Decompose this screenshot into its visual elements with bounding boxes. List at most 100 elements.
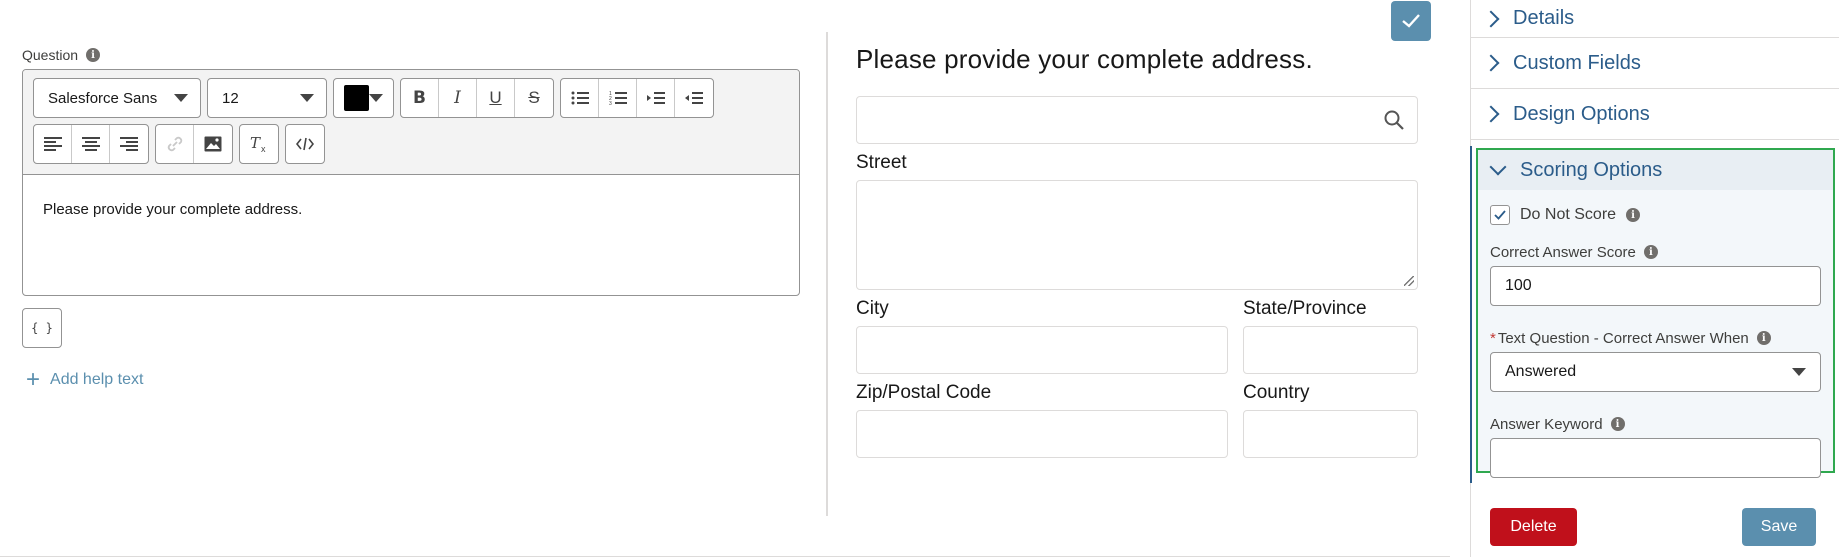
bottom-divider (0, 556, 1450, 557)
question-label: Question (22, 47, 79, 63)
merge-field-button[interactable]: { } (22, 308, 62, 348)
svg-text:3: 3 (609, 101, 612, 106)
indent-button[interactable] (637, 79, 675, 117)
answer-keyword-label: Answer Keyword (1490, 415, 1603, 433)
panel-focus-edge (1470, 146, 1472, 483)
outdent-button[interactable] (675, 79, 713, 117)
city-label: City (856, 298, 889, 319)
align-left-icon (43, 137, 62, 151)
do-not-score-checkbox[interactable] (1490, 205, 1510, 225)
street-textarea[interactable] (856, 180, 1418, 290)
correct-answer-when-label: Text Question - Correct Answer When (1497, 329, 1749, 347)
country-input[interactable] (1243, 410, 1418, 458)
bold-button[interactable]: B (401, 79, 439, 117)
correct-answer-score-input[interactable]: 100 (1490, 266, 1821, 306)
answer-keyword-input[interactable] (1490, 438, 1821, 478)
section-design-options[interactable]: Design Options (1471, 89, 1839, 140)
correct-answer-when-label-row: * Text Question - Correct Answer When i (1490, 328, 1821, 348)
clear-formatting-icon: Tx (250, 135, 266, 153)
chevron-down-icon (369, 94, 383, 102)
font-family-value: Salesforce Sans (48, 89, 158, 107)
correct-answer-score-value: 100 (1505, 277, 1532, 294)
info-icon[interactable]: i (1756, 331, 1771, 345)
italic-button[interactable]: I (439, 79, 477, 117)
state-input[interactable] (1243, 326, 1418, 374)
plus-icon: + (26, 366, 41, 393)
do-not-score-label: Do Not Score (1520, 206, 1617, 223)
delete-button[interactable]: Delete (1490, 508, 1577, 546)
bullet-list-button[interactable] (561, 79, 599, 117)
zip-input[interactable] (856, 410, 1228, 458)
font-size-select[interactable]: 12 (207, 78, 327, 118)
answer-keyword-label-row: Answer Keyword i (1490, 414, 1821, 434)
link-icon (167, 136, 182, 152)
info-icon[interactable]: i (1610, 417, 1625, 431)
clear-group: Tx (239, 124, 279, 164)
section-custom-fields[interactable]: Custom Fields (1471, 38, 1839, 89)
align-center-button[interactable] (72, 125, 110, 163)
svg-text:T: T (250, 135, 261, 152)
do-not-score-row: Do Not Score i (1490, 202, 1821, 228)
chevron-down-icon (300, 94, 314, 102)
svg-text:x: x (261, 144, 266, 153)
question-editor: Question i Salesforce Sans 12 B I U S 1 … (22, 45, 800, 392)
section-details[interactable]: Details (1471, 0, 1839, 38)
strikethrough-button[interactable]: S (515, 79, 553, 117)
search-icon (1384, 110, 1404, 130)
source-group (285, 124, 325, 164)
clear-formatting-button[interactable]: Tx (240, 125, 278, 163)
section-custom-fields-label: Custom Fields (1513, 51, 1641, 74)
rte-content[interactable]: Please provide your complete address. (23, 175, 799, 295)
link-button[interactable] (156, 125, 194, 163)
correct-answer-when-value: Answered (1505, 363, 1577, 380)
correct-answer-score-label-row: Correct Answer Score i (1490, 242, 1821, 262)
format-group: B I U S (400, 78, 554, 118)
question-preview: Please provide your complete address. St… (856, 44, 1418, 458)
column-divider (826, 32, 828, 516)
source-code-button[interactable] (286, 125, 324, 163)
scoring-options-header[interactable]: Scoring Options (1478, 150, 1833, 190)
chevron-right-icon (1482, 10, 1500, 27)
font-family-select[interactable]: Salesforce Sans (33, 78, 201, 118)
align-right-button[interactable] (110, 125, 148, 163)
image-icon (204, 136, 222, 152)
chevron-down-icon (1792, 368, 1806, 376)
city-input[interactable] (856, 326, 1228, 374)
section-design-options-label: Design Options (1513, 102, 1650, 125)
chevron-right-icon (1482, 105, 1500, 123)
font-size-value: 12 (222, 89, 239, 107)
save-button[interactable]: Save (1742, 508, 1816, 546)
outdent-icon (685, 92, 703, 104)
correct-answer-when-select[interactable]: Answered (1490, 352, 1821, 392)
zip-label: Zip/Postal Code (856, 382, 992, 403)
list-group: 123 (560, 78, 714, 118)
resize-handle-icon[interactable] (1404, 276, 1414, 286)
correct-answer-score-label: Correct Answer Score (1490, 243, 1636, 261)
address-search-input[interactable] (856, 96, 1418, 144)
check-icon (1494, 210, 1506, 220)
required-indicator: * (1490, 329, 1496, 347)
color-swatch (344, 85, 369, 111)
settings-panel: Details Custom Fields Design Options Sco… (1470, 0, 1839, 557)
insert-group (155, 124, 233, 164)
chevron-right-icon (1482, 54, 1500, 72)
check-icon (1402, 14, 1420, 28)
underline-button[interactable]: U (477, 79, 515, 117)
indent-icon (646, 92, 665, 104)
section-details-label: Details (1513, 7, 1575, 29)
confirm-button[interactable] (1391, 1, 1431, 41)
image-button[interactable] (194, 125, 232, 163)
add-help-text-label: Add help text (50, 371, 144, 388)
info-icon[interactable]: i (1626, 208, 1641, 222)
country-label: Country (1243, 382, 1310, 403)
text-color-picker[interactable] (333, 78, 394, 118)
numbered-list-icon: 123 (609, 91, 627, 106)
numbered-list-button[interactable]: 123 (599, 79, 637, 117)
chevron-down-icon (1489, 158, 1507, 176)
code-icon (296, 137, 314, 151)
scoring-options-label: Scoring Options (1520, 158, 1663, 181)
info-icon[interactable]: i (1643, 245, 1658, 259)
align-left-button[interactable] (34, 125, 72, 163)
info-icon[interactable]: i (86, 48, 101, 62)
add-help-text-link[interactable]: + Add help text (22, 368, 800, 392)
